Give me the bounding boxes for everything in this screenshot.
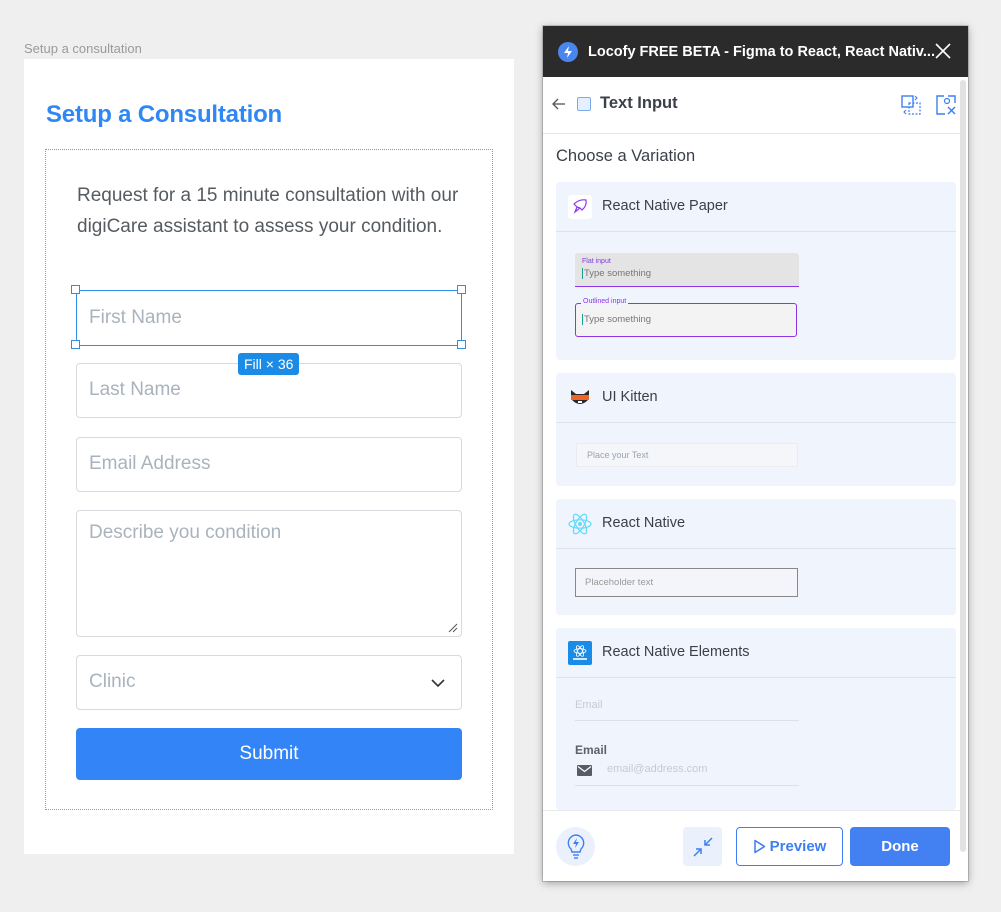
ui-kitten-placeholder: Place your Text xyxy=(587,450,649,460)
swap-component-icon[interactable] xyxy=(901,95,921,115)
mail-icon xyxy=(577,765,592,776)
rne-icon-placeholder: email@address.com xyxy=(607,763,708,775)
resize-grip-icon[interactable] xyxy=(448,623,458,633)
clinic-placeholder: Clinic xyxy=(89,671,136,692)
email-placeholder: Email Address xyxy=(89,453,211,474)
remove-tag-icon[interactable] xyxy=(936,95,956,115)
lightbulb-icon xyxy=(567,833,584,859)
outlined-input-preview: Outlined input Type something xyxy=(575,298,797,337)
ui-kitten-logo-icon xyxy=(568,386,592,410)
plugin-nav: Text Input xyxy=(543,77,960,134)
resize-handle-bottom-right[interactable] xyxy=(457,340,466,349)
resize-handle-bottom-left[interactable] xyxy=(71,340,80,349)
collapse-button[interactable] xyxy=(683,827,722,866)
ui-kitten-input-preview: Place your Text xyxy=(576,443,798,467)
flat-input-label: Flat input xyxy=(582,258,611,265)
done-button[interactable]: Done xyxy=(850,827,950,866)
react-atom-logo-icon xyxy=(568,512,592,536)
variation-card-react-native[interactable]: React Native Placeholder text xyxy=(556,499,956,615)
email-input[interactable]: Email Address xyxy=(76,437,462,492)
rne-plain-placeholder: Email xyxy=(575,699,603,711)
plugin-footer: Preview Done xyxy=(543,810,960,881)
outlined-input-placeholder: Type something xyxy=(582,314,652,325)
rne-input-label: Email xyxy=(575,743,608,757)
back-arrow-icon[interactable] xyxy=(552,97,566,111)
text-input-component-icon xyxy=(577,97,591,111)
variation-card-ui-kitten[interactable]: UI Kitten Place your Text xyxy=(556,373,956,486)
component-title: Text Input xyxy=(600,94,678,112)
chevron-down-icon xyxy=(431,679,445,688)
form-description: Request for a 15 minute consultation wit… xyxy=(77,185,459,237)
locofy-logo-icon xyxy=(558,41,578,62)
variation-name: React Native Elements xyxy=(602,644,750,660)
first-name-input[interactable]: First Name xyxy=(76,290,462,346)
locofy-plugin-panel: Locofy FREE BETA - Figma to React, React… xyxy=(543,26,968,881)
resize-handle-top-right[interactable] xyxy=(457,285,466,294)
plugin-titlebar[interactable]: Locofy FREE BETA - Figma to React, React… xyxy=(543,26,968,77)
condition-placeholder: Describe you condition xyxy=(89,522,282,543)
react-native-paper-logo-icon xyxy=(568,195,592,219)
submit-button[interactable]: Submit xyxy=(76,728,462,780)
form-title: Setup a Consultation xyxy=(46,101,283,128)
tips-button[interactable] xyxy=(556,827,595,866)
rne-plain-input-preview: Email xyxy=(575,696,799,721)
card-header: React Native Paper xyxy=(556,182,956,232)
rne-icon-input-preview: email@address.com xyxy=(575,758,799,786)
section-title: Choose a Variation xyxy=(556,147,696,165)
form-container[interactable]: Request for a 15 minute consultation wit… xyxy=(45,149,493,810)
close-icon[interactable] xyxy=(934,42,952,60)
panel-scrollbar[interactable] xyxy=(960,80,966,852)
react-native-placeholder: Placeholder text xyxy=(585,577,654,588)
first-name-placeholder: First Name xyxy=(89,307,182,328)
plugin-window-title: Locofy FREE BETA - Figma to React, React… xyxy=(588,43,935,60)
resize-handle-top-left[interactable] xyxy=(71,285,80,294)
variation-card-react-native-paper[interactable]: React Native Paper Flat input Type somet… xyxy=(556,182,956,360)
preview-label: Preview xyxy=(769,838,827,855)
play-icon xyxy=(753,839,765,854)
last-name-placeholder: Last Name xyxy=(89,379,181,400)
consultation-frame[interactable]: Setup a Consultation Request for a 15 mi… xyxy=(24,59,514,854)
react-native-input-preview: Placeholder text xyxy=(575,568,798,597)
card-header: React Native Elements xyxy=(556,628,956,678)
flat-input-placeholder: Type something xyxy=(582,268,652,279)
frame-label[interactable]: Setup a consultation xyxy=(24,41,142,56)
react-native-elements-logo-icon xyxy=(568,641,592,665)
card-header: React Native xyxy=(556,499,956,549)
collapse-arrows-icon xyxy=(692,836,713,857)
flat-input-preview: Flat input Type something xyxy=(575,253,799,287)
outlined-input-label: Outlined input xyxy=(581,298,629,305)
variation-name: UI Kitten xyxy=(602,389,658,405)
variation-name: React Native Paper xyxy=(602,198,728,214)
card-header: UI Kitten xyxy=(556,373,956,423)
variation-name: React Native xyxy=(602,515,686,531)
clinic-select[interactable]: Clinic xyxy=(76,655,462,710)
preview-button[interactable]: Preview xyxy=(736,827,843,866)
selection-size-badge: Fill × 36 xyxy=(238,353,300,375)
variation-card-react-native-elements[interactable]: React Native Elements Email Email email@… xyxy=(556,628,956,810)
condition-textarea[interactable]: Describe you condition xyxy=(76,510,462,637)
